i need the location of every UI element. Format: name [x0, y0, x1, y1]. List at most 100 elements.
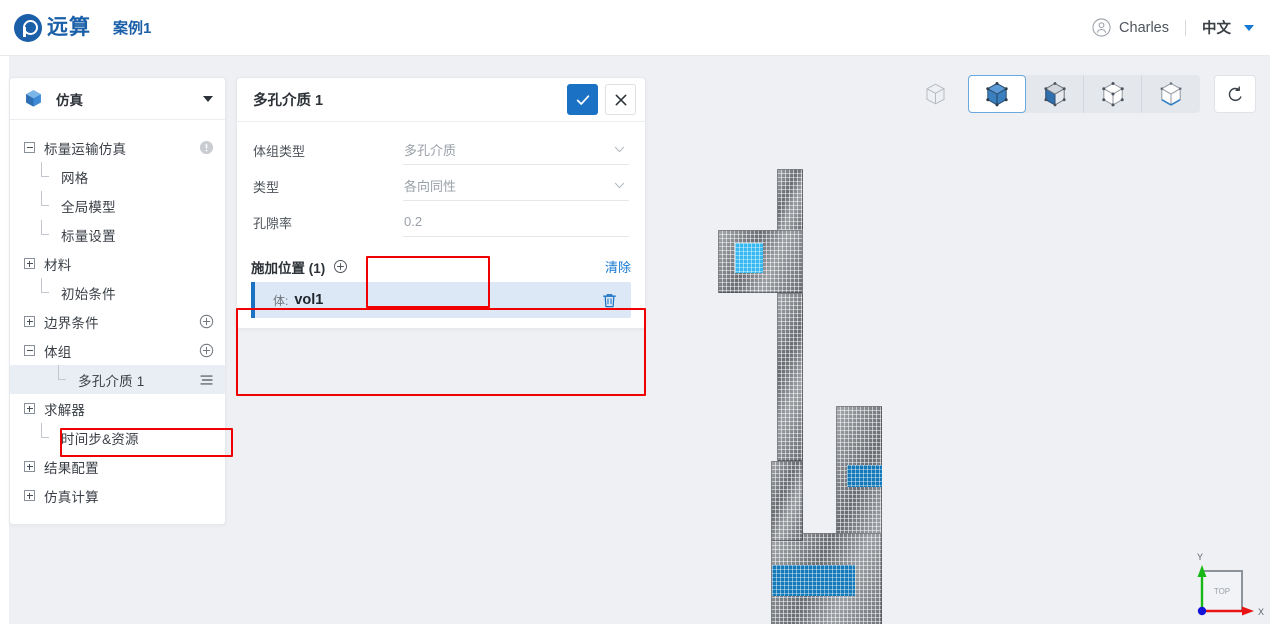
- solid-cube-icon[interactable]: [968, 75, 1026, 113]
- trash-icon[interactable]: [601, 292, 618, 309]
- expand-toggle-icon[interactable]: [24, 258, 35, 269]
- panel-header: 多孔介质 1: [237, 78, 645, 122]
- tree-item-result-config[interactable]: 结果配置: [10, 452, 225, 481]
- tree-item-mesh[interactable]: 网格: [10, 162, 225, 191]
- tree-item-label: 网格: [61, 170, 89, 186]
- sidebar-header[interactable]: 仿真: [10, 78, 225, 120]
- tree-item-label: 多孔介质 1: [78, 373, 145, 389]
- collapse-toggle-icon[interactable]: [24, 345, 35, 356]
- tree-item-label: 求解器: [44, 402, 86, 418]
- field-value: 多孔介质: [404, 143, 457, 158]
- tree-item-material[interactable]: 材料: [10, 249, 225, 278]
- blue-cube-icon: [26, 90, 41, 107]
- tree-branch-icon: [41, 162, 52, 182]
- mesh-highlight-region: [735, 243, 763, 273]
- tree-item-solver[interactable]: 求解器: [10, 394, 225, 423]
- field-volume-group-type: 体组类型 多孔介质: [253, 132, 629, 168]
- expand-toggle-icon[interactable]: [24, 461, 35, 472]
- sidebar-header-label: 仿真: [56, 92, 83, 108]
- gizmo-x-label: X: [1258, 607, 1264, 617]
- list-item[interactable]: 体: vol1: [251, 282, 631, 318]
- expand-toggle-icon[interactable]: [24, 490, 35, 501]
- tree-item-scalar-settings[interactable]: 标量设置: [10, 220, 225, 249]
- cancel-button[interactable]: [605, 84, 636, 115]
- application-window: 远算 案例1 Charles 中文 TOP X Y 仿真 标量运输仿真 网格 全…: [0, 0, 1270, 624]
- workspace: TOP X Y 仿真 标量运输仿真 网格 全局模型 标量设置 材料 初始条件 边…: [0, 56, 1270, 624]
- chevron-down-icon: [614, 182, 625, 189]
- clear-button[interactable]: 清除: [605, 257, 631, 276]
- hamburger-icon[interactable]: [199, 374, 214, 386]
- selection-list: 体: vol1: [251, 282, 631, 328]
- top-bar: 远算 案例1 Charles 中文: [0, 0, 1270, 56]
- tree-branch-icon: [58, 365, 69, 385]
- brand-block[interactable]: 远算 案例1: [14, 13, 152, 42]
- case-title: 案例1: [113, 20, 152, 37]
- yuansuan-logo-icon: [14, 13, 42, 42]
- panel-title: 多孔介质 1: [253, 93, 324, 109]
- tree-item-global-model[interactable]: 全局模型: [10, 191, 225, 220]
- reset-view-icon[interactable]: [1214, 75, 1256, 113]
- top-bar-right: Charles 中文: [1092, 17, 1254, 38]
- porosity-input[interactable]: 0.2: [403, 207, 629, 237]
- panel-body: 体组类型 多孔介质 类型 各向同性 孔隙率 0.2: [237, 122, 645, 246]
- tree-item-run-simulation[interactable]: 仿真计算: [10, 481, 225, 510]
- collapse-toggle-icon[interactable]: [24, 142, 35, 153]
- language-switcher[interactable]: 中文: [1202, 17, 1254, 38]
- tree-item-label: 标量设置: [61, 228, 116, 244]
- expand-toggle-icon[interactable]: [24, 316, 35, 327]
- mesh-block: [777, 293, 803, 461]
- axis-orientation-gizmo[interactable]: TOP X Y: [1186, 543, 1266, 624]
- plus-circle-icon[interactable]: [333, 259, 348, 274]
- tree-item-label: 仿真计算: [44, 489, 99, 505]
- sidebar-item-porous-media-1[interactable]: 多孔介质 1: [10, 365, 225, 394]
- simulation-sidebar: 仿真 标量运输仿真 网格 全局模型 标量设置 材料 初始条件 边界条件 体组 多…: [9, 77, 226, 525]
- mesh-block: [771, 461, 803, 541]
- expand-toggle-icon[interactable]: [24, 403, 35, 414]
- section-header: 施加位置 (1) 清除: [251, 251, 631, 282]
- field-label: 类型: [253, 179, 280, 195]
- confirm-button[interactable]: [567, 84, 598, 115]
- section-title: 施加位置 (1): [251, 260, 326, 276]
- tree-item-label: 体组: [44, 344, 72, 360]
- user-menu[interactable]: Charles: [1092, 18, 1169, 37]
- type-select[interactable]: 各向同性: [403, 171, 629, 201]
- field-porosity: 孔隙率 0.2: [253, 204, 629, 240]
- field-label: 孔隙率: [253, 215, 293, 231]
- tree-item-timestep-resources[interactable]: 时间步&资源: [10, 423, 225, 452]
- tree-item-label: 时间步&资源: [61, 431, 139, 447]
- field-label: 体组类型: [253, 143, 306, 159]
- plus-circle-icon[interactable]: [199, 343, 214, 358]
- tree-branch-icon: [41, 191, 52, 211]
- view-toolbar: [916, 75, 1256, 113]
- tree-item-boundary-conditions[interactable]: 边界条件: [10, 307, 225, 336]
- check-icon: [576, 94, 589, 105]
- tree-item-label: 材料: [44, 257, 72, 273]
- tree-branch-icon: [41, 423, 52, 443]
- tree-item-label: 标量运输仿真: [44, 141, 127, 157]
- tree-item-label: 初始条件: [61, 286, 116, 302]
- vertex-cube-icon[interactable]: [1084, 75, 1142, 113]
- tree-item-label: 边界条件: [44, 315, 99, 331]
- apply-location-section: 施加位置 (1) 清除 体: vol1: [237, 251, 645, 328]
- gizmo-y-label: Y: [1197, 552, 1203, 562]
- logo-text: 远算: [47, 16, 91, 39]
- plus-circle-icon[interactable]: [199, 314, 214, 329]
- user-avatar-icon: [1092, 18, 1111, 37]
- mesh-block: [777, 169, 803, 231]
- caret-down-icon[interactable]: [203, 95, 213, 102]
- tree-item-initial-conditions[interactable]: 初始条件: [10, 278, 225, 307]
- volume-group-type-select[interactable]: 多孔介质: [403, 135, 629, 165]
- header-divider: [1185, 19, 1186, 36]
- tree-item-label: 全局模型: [61, 199, 116, 215]
- tree-item-label: 结果配置: [44, 460, 99, 476]
- tree-item-volume-group[interactable]: 体组: [10, 336, 225, 365]
- wireframe-cube-icon[interactable]: [916, 75, 954, 113]
- half-solid-cube-icon[interactable]: [1026, 75, 1084, 113]
- simulation-tree: 标量运输仿真 网格 全局模型 标量设置 材料 初始条件 边界条件 体组 多孔介质…: [10, 120, 225, 524]
- chevron-down-icon: [614, 146, 625, 153]
- tree-item-scalar-transport[interactable]: 标量运输仿真: [10, 133, 225, 162]
- warning-icon: [199, 140, 214, 155]
- panel-actions: [567, 84, 636, 115]
- close-icon: [615, 94, 626, 105]
- edge-cube-icon[interactable]: [1142, 75, 1200, 113]
